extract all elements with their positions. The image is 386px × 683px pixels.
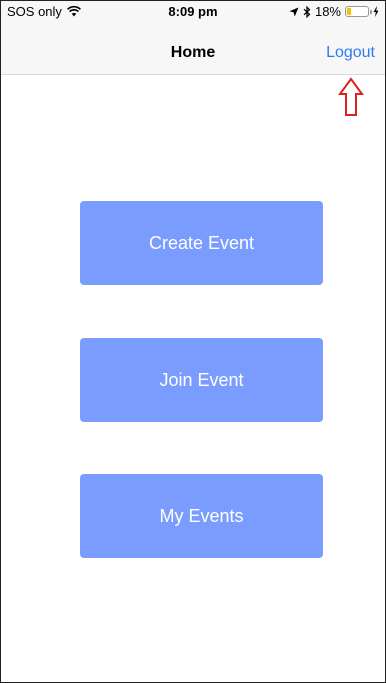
battery-cap (370, 10, 372, 14)
location-arrow-icon (289, 7, 299, 16)
bluetooth-icon (303, 5, 311, 18)
battery-percent: 18% (314, 4, 341, 19)
battery-icon (345, 6, 372, 17)
navigation-bar: Home Logout (1, 23, 385, 75)
charging-bolt-icon (373, 6, 379, 17)
logout-button[interactable]: Logout (326, 44, 375, 62)
my-events-button[interactable]: My Events (80, 474, 323, 558)
up-arrow-icon (338, 77, 364, 116)
create-event-button[interactable]: Create Event (80, 201, 323, 285)
status-right: 18% (289, 4, 379, 19)
join-event-button[interactable]: Join Event (80, 338, 323, 422)
status-bar: SOS only 8:09 pm 18% (1, 1, 385, 23)
battery-fill (347, 8, 351, 15)
phone-screen: SOS only 8:09 pm 18% Home Logout Create … (0, 0, 386, 683)
